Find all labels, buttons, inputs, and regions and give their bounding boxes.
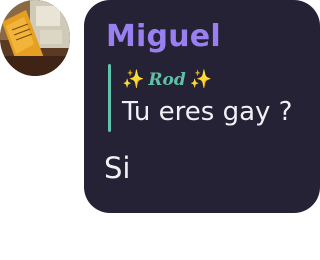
avatar[interactable] [0, 0, 70, 76]
message-bubble[interactable]: Miguel ✨ Rod ✨ Tu eres gay ? Si [84, 0, 320, 213]
reply-quoted-text[interactable]: Tu eres gay ? [122, 96, 293, 128]
chat-view: Miguel ✨ Rod ✨ Tu eres gay ? Si [0, 0, 320, 260]
sparkles-icon: ✨ [122, 69, 145, 90]
sparkles-icon: ✨ [189, 69, 213, 90]
avatar-photo [0, 0, 70, 76]
reply-author[interactable]: ✨ Rod ✨ [122, 66, 212, 94]
message-text: Si [104, 151, 131, 185]
reply-quote-bar [108, 64, 111, 132]
reply-author-name: Rod [148, 70, 186, 90]
sender-name[interactable]: Miguel [106, 20, 221, 54]
